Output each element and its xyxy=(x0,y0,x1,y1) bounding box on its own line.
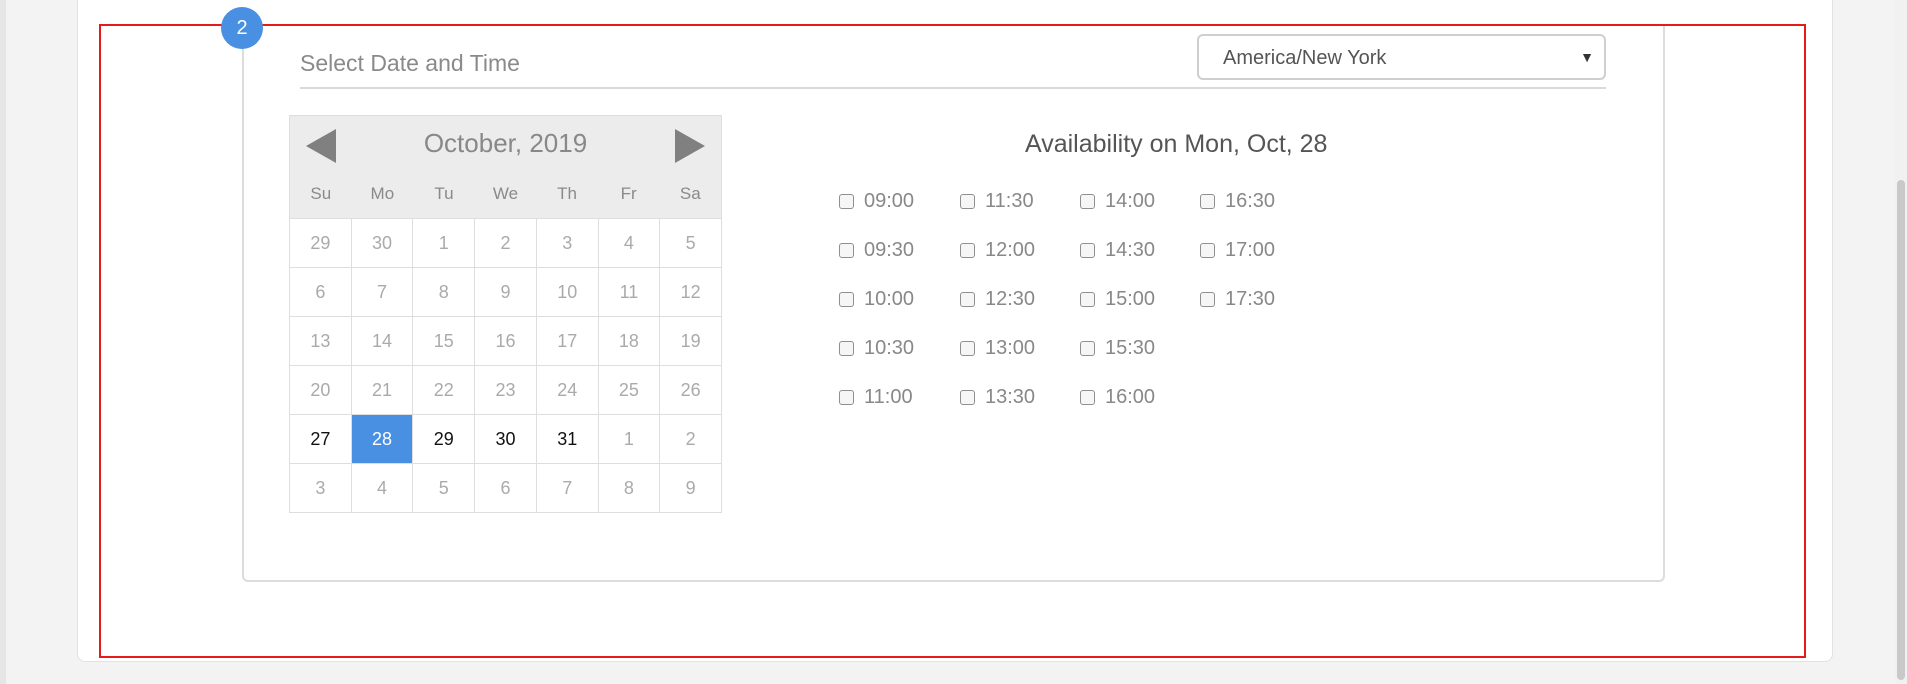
step-badge: 2 xyxy=(221,7,263,49)
scrollbar[interactable] xyxy=(1895,0,1907,684)
highlight-frame xyxy=(99,24,1806,658)
page: Select Date and Time America/New York ▼ … xyxy=(0,0,1907,684)
left-gutter xyxy=(0,0,6,684)
scrollbar-thumb[interactable] xyxy=(1897,180,1905,680)
